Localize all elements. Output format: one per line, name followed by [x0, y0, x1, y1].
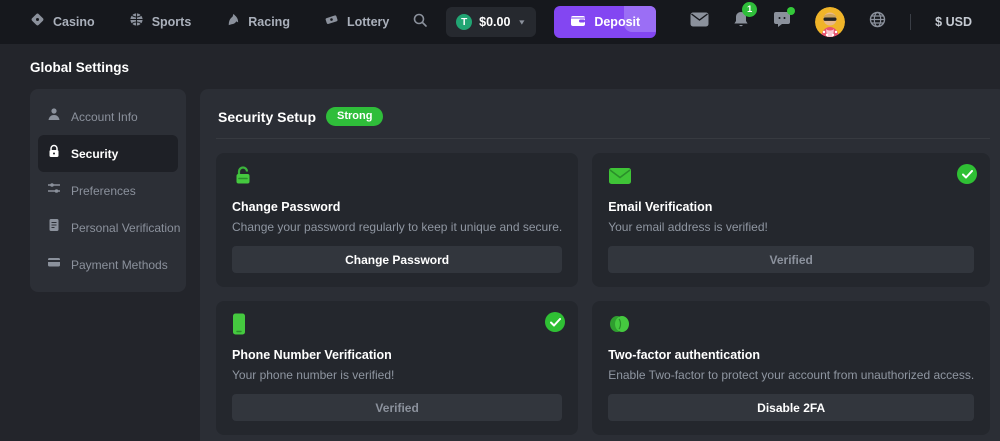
card-email-verification: Email Verification Your email address is… [592, 153, 990, 287]
divider [216, 138, 990, 139]
search-button[interactable] [412, 12, 428, 33]
credit-card-icon [47, 255, 61, 274]
sidebar-item-label: Account Info [71, 110, 138, 124]
phone-verified-button[interactable]: Verified [232, 394, 562, 421]
email-verified-button[interactable]: Verified [608, 246, 974, 273]
security-strength-badge: Strong [326, 107, 383, 126]
card-title: Two-factor authentication [608, 348, 974, 362]
chevron-down-icon: ▼ [517, 18, 526, 26]
nav-label: Sports [152, 15, 192, 29]
nav-item-racing[interactable]: Racing [225, 12, 290, 32]
search-icon [412, 12, 428, 33]
panel-title: Security Setup [218, 109, 316, 125]
security-cards-grid: Change Password Change your password reg… [216, 153, 990, 435]
green-phone-icon [232, 313, 246, 340]
wallet-balance-dropdown[interactable]: T $0.00 ▼ [446, 7, 536, 37]
user-avatar[interactable] [815, 7, 845, 37]
deposit-label: Deposit [594, 15, 640, 29]
deposit-button[interactable]: Deposit [554, 6, 656, 38]
nav-item-sports[interactable]: Sports [129, 12, 192, 32]
sliders-icon [47, 181, 61, 200]
racing-icon [225, 12, 240, 32]
lock-icon [47, 144, 61, 163]
sidebar-item-label: Personal Verification [71, 221, 180, 235]
green-keys-icon [608, 313, 632, 340]
sidebar-item-label: Payment Methods [71, 258, 168, 272]
change-password-button[interactable]: Change Password [232, 246, 562, 273]
settings-page: Global Settings Account Info Security Pr [0, 44, 1000, 441]
mail-icon [690, 12, 709, 32]
sports-icon [129, 12, 144, 32]
topbar-icon-group: 1 [690, 7, 972, 37]
nav-item-lottery[interactable]: Lottery [324, 12, 389, 32]
settings-sidebar: Account Info Security Preferences Person… [30, 89, 186, 292]
currency-selector[interactable]: $ USD [935, 15, 972, 29]
card-description: Your email address is verified! [608, 220, 974, 234]
sidebar-item-preferences[interactable]: Preferences [38, 172, 178, 209]
card-phone-verification: Phone Number Verification Your phone num… [216, 301, 578, 435]
language-button[interactable] [869, 11, 886, 33]
nav-label: Casino [53, 15, 95, 29]
tether-coin-icon: T [456, 14, 472, 30]
wallet-icon [570, 14, 586, 31]
top-navigation-bar: Casino Sports Racing Lottery [0, 0, 1000, 44]
card-change-password: Change Password Change your password reg… [216, 153, 578, 287]
user-icon [47, 107, 61, 126]
notification-count-badge: 1 [742, 2, 757, 17]
notifications-button[interactable]: 1 [733, 11, 749, 33]
card-title: Phone Number Verification [232, 348, 562, 362]
card-title: Email Verification [608, 200, 974, 214]
card-description: Change your password regularly to keep i… [232, 220, 562, 234]
verified-check-icon [957, 164, 977, 184]
sidebar-item-payment-methods[interactable]: Payment Methods [38, 246, 178, 283]
messages-button[interactable] [690, 12, 709, 32]
lottery-icon [324, 12, 339, 32]
nav-label: Lottery [347, 15, 389, 29]
security-setup-panel: Security Setup Strong Change Password Ch… [200, 89, 1000, 441]
sidebar-item-security[interactable]: Security [38, 135, 178, 172]
sidebar-item-label: Security [71, 147, 118, 161]
verified-check-icon [545, 312, 565, 332]
balance-amount: $0.00 [479, 15, 510, 29]
document-icon [47, 218, 61, 237]
page-title: Global Settings [30, 60, 980, 75]
card-description: Your phone number is verified! [232, 368, 562, 382]
chat-button[interactable] [773, 11, 791, 33]
sidebar-item-personal-verification[interactable]: Personal Verification [38, 209, 178, 246]
green-padlock-icon [232, 165, 254, 192]
topbar-right: T $0.00 ▼ Deposit 1 [412, 6, 972, 38]
nav-label: Racing [248, 15, 290, 29]
card-description: Enable Two-factor to protect your accoun… [608, 368, 974, 382]
green-envelope-icon [608, 167, 632, 190]
card-title: Change Password [232, 200, 562, 214]
disable-2fa-button[interactable]: Disable 2FA [608, 394, 974, 421]
divider [910, 14, 911, 30]
primary-nav: Casino Sports Racing Lottery [30, 12, 389, 32]
online-status-dot [787, 7, 795, 15]
casino-icon [30, 12, 45, 32]
card-two-factor: Two-factor authentication Enable Two-fac… [592, 301, 990, 435]
sidebar-item-account-info[interactable]: Account Info [38, 98, 178, 135]
nav-item-casino[interactable]: Casino [30, 12, 95, 32]
globe-icon [869, 11, 886, 33]
sidebar-item-label: Preferences [71, 184, 136, 198]
